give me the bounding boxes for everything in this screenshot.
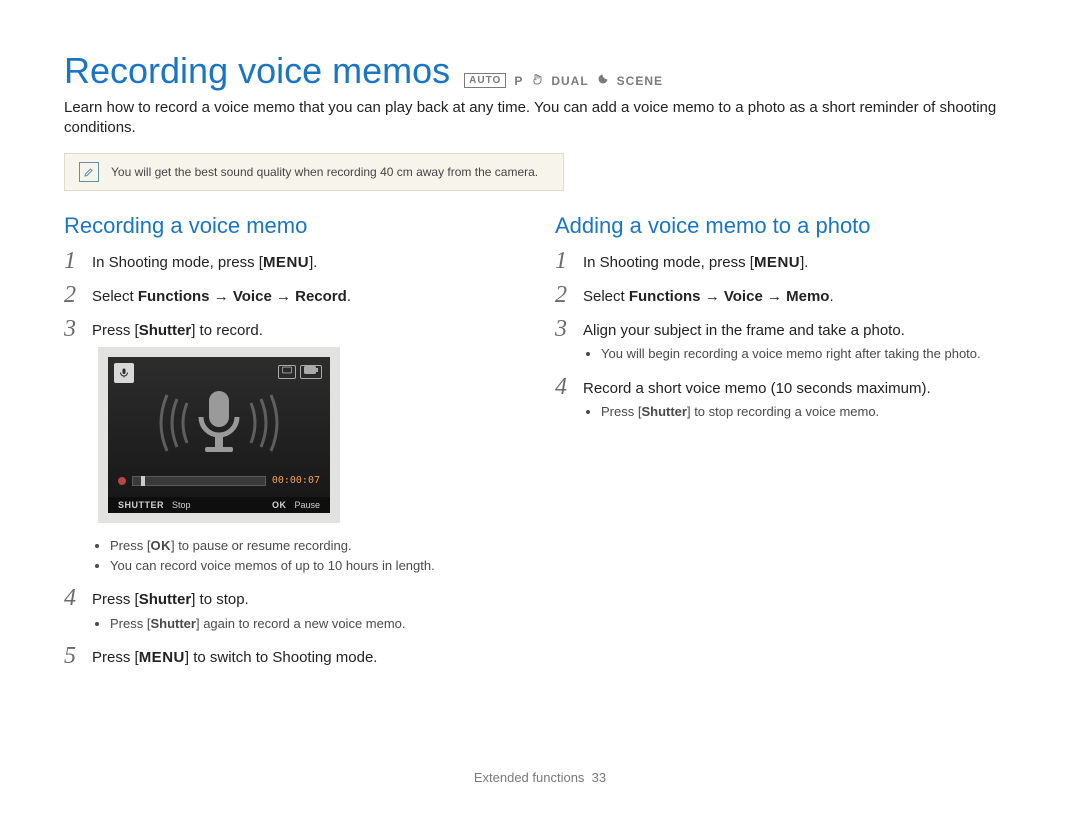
step-1: 1 In Shooting mode, press [MENU].: [555, 249, 1016, 273]
manual-page: Recording voice memos AUTO P DUAL SCENE …: [0, 0, 1080, 815]
step-body: Press [Shutter] to stop. Press [Shutter]…: [92, 586, 406, 634]
step-number: 1: [64, 249, 82, 273]
step-number: 4: [64, 586, 82, 610]
heading-recording: Recording a voice memo: [64, 213, 525, 239]
mode-chip-icon: [278, 365, 296, 379]
step-body: In Shooting mode, press [MENU].: [583, 249, 808, 273]
step-body: Press [Shutter] to record.: [92, 317, 435, 576]
moon-icon: [597, 73, 609, 88]
step-number: 3: [555, 317, 573, 341]
mic-small-icon: [114, 363, 134, 383]
progress-track: [132, 476, 266, 486]
step-5: 5 Press [MENU] to switch to Shooting mod…: [64, 644, 525, 668]
step-number: 3: [64, 317, 82, 341]
step-number: 2: [555, 283, 573, 307]
step-3: 3 Press [Shutter] to record.: [64, 317, 525, 576]
step-body: Align your subject in the frame and take…: [583, 317, 981, 365]
status-icons: [278, 365, 322, 379]
step-body: Select Functions → Voice → Record.: [92, 283, 351, 307]
title-text: Recording voice memos: [64, 50, 450, 92]
mic-large-icon: [108, 383, 330, 463]
step-1: 1 In Shooting mode, press [MENU].: [64, 249, 525, 273]
step-4: 4 Press [Shutter] to stop. Press [Shutte…: [64, 586, 525, 634]
stop-action: Stop: [172, 499, 191, 511]
time-elapsed: 00:00:07: [272, 474, 320, 488]
col-recording: Recording a voice memo 1 In Shooting mod…: [64, 213, 525, 679]
substeps: Press [Shutter] to stop recording a voic…: [583, 403, 931, 421]
menu-key: MENU: [263, 254, 309, 271]
sub-again: Press [Shutter] again to record a new vo…: [110, 615, 406, 633]
step-4: 4 Record a short voice memo (10 seconds …: [555, 375, 1016, 423]
mode-p: P: [514, 74, 523, 88]
mode-scene: SCENE: [617, 74, 663, 88]
footer-section: Extended functions: [474, 770, 585, 785]
step-body: Select Functions → Voice → Memo.: [583, 283, 834, 307]
progress-thumb: [141, 476, 145, 486]
battery-icon: [300, 365, 322, 379]
two-columns: Recording a voice memo 1 In Shooting mod…: [64, 213, 1016, 679]
step-number: 5: [64, 644, 82, 668]
record-dot-icon: [118, 477, 126, 485]
steps-adding: 1 In Shooting mode, press [MENU]. 2 Sele…: [555, 249, 1016, 423]
step-body: In Shooting mode, press [MENU].: [92, 249, 317, 273]
page-title: Recording voice memos AUTO P DUAL SCENE: [64, 50, 1016, 92]
camera-screenshot: 00:00:07 SHUTTER Stop OK Pause: [98, 347, 340, 523]
camera-bottom-bar: SHUTTER Stop OK Pause: [108, 497, 330, 513]
substeps: Press [Shutter] again to record a new vo…: [92, 615, 406, 633]
footer-page: 33: [592, 770, 606, 785]
intro-text: Learn how to record a voice memo that yo…: [64, 98, 1016, 139]
substeps: Press [OK] to pause or resume recording.…: [92, 537, 435, 574]
step-body: Press [MENU] to switch to Shooting mode.: [92, 644, 377, 668]
step-number: 1: [555, 249, 573, 273]
pause-action: Pause: [294, 499, 320, 511]
step-2: 2 Select Functions → Voice → Memo.: [555, 283, 1016, 307]
heading-adding: Adding a voice memo to a photo: [555, 213, 1016, 239]
progress-bar: 00:00:07: [118, 474, 320, 488]
tip-text: You will get the best sound quality when…: [111, 165, 538, 179]
steps-recording: 1 In Shooting mode, press [MENU]. 2 Sele…: [64, 249, 525, 669]
page-footer: Extended functions 33: [0, 770, 1080, 785]
note-icon: [79, 162, 99, 182]
hand-icon: [531, 73, 543, 88]
step-body: Record a short voice memo (10 seconds ma…: [583, 375, 931, 423]
mode-auto: AUTO: [464, 73, 506, 88]
step-number: 4: [555, 375, 573, 399]
mode-badges: AUTO P DUAL SCENE: [464, 73, 663, 88]
step-number: 2: [64, 283, 82, 307]
step-2: 2 Select Functions → Voice → Record.: [64, 283, 525, 307]
mode-dual: DUAL: [551, 74, 588, 88]
sub-after: You will begin recording a voice memo ri…: [601, 345, 981, 363]
sub-length: You can record voice memos of up to 10 h…: [110, 557, 435, 575]
ok-label: OK: [272, 499, 287, 511]
shutter-label: SHUTTER: [118, 499, 164, 511]
tip-box: You will get the best sound quality when…: [64, 153, 564, 191]
sub-stop: Press [Shutter] to stop recording a voic…: [601, 403, 931, 421]
step-3: 3 Align your subject in the frame and ta…: [555, 317, 1016, 365]
col-adding: Adding a voice memo to a photo 1 In Shoo…: [555, 213, 1016, 679]
substeps: You will begin recording a voice memo ri…: [583, 345, 981, 363]
sub-ok: Press [OK] to pause or resume recording.: [110, 537, 435, 555]
